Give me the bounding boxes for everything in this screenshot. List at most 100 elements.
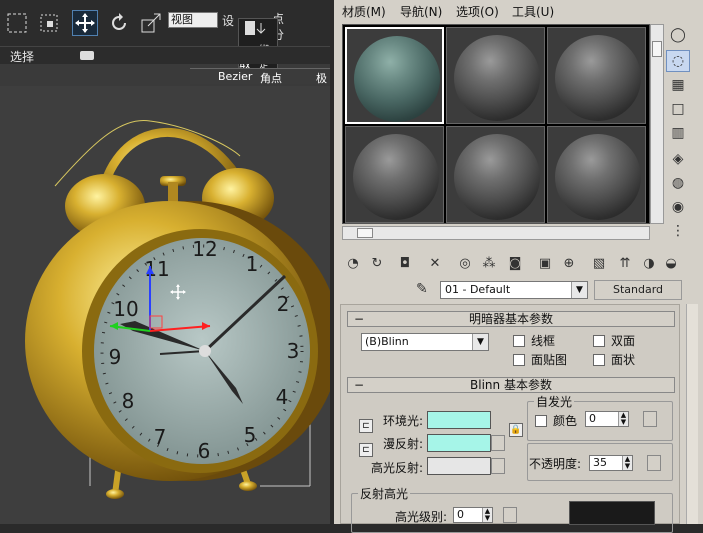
reference-coord-dropdown[interactable]: 视图 <box>168 12 218 28</box>
pick-from-object-icon[interactable]: ◒ <box>660 252 682 274</box>
opacity-spinner[interactable]: 35 ▲ ▼ <box>589 455 633 471</box>
spec-level-value: 0 <box>457 508 464 521</box>
toolbar-cut-label: 设 <box>222 14 235 28</box>
self-illum-spinner[interactable]: 0 ▲ ▼ <box>585 411 629 427</box>
clock-numeral: 5 <box>244 423 257 447</box>
put-to-scene-icon[interactable]: ↻ <box>366 252 388 274</box>
scroll-thumb[interactable] <box>652 41 662 57</box>
spec-level-map-button[interactable] <box>503 507 517 523</box>
sample-slot-6[interactable] <box>547 126 646 223</box>
faceted-label: 面状 <box>611 353 636 367</box>
spec-level-label: 高光级别: <box>395 510 448 524</box>
spec-highlights-title: 反射高光 <box>358 485 411 502</box>
menu-navigation[interactable]: 导航(N) <box>400 3 442 20</box>
spinner-arrows-icon[interactable]: ▲ ▼ <box>482 508 492 522</box>
faceted-checkbox[interactable]: 面状 <box>593 351 635 368</box>
spec-level-spinner[interactable]: 0 ▲ ▼ <box>453 507 493 523</box>
opacity-map-button[interactable] <box>647 455 661 471</box>
face-map-label: 面贴图 <box>531 353 568 367</box>
blinn-rollout-header[interactable]: − Blinn 基本参数 <box>347 377 675 393</box>
select-by-material-icon[interactable]: ◉ <box>666 196 690 218</box>
go-forward-to-sibling-icon[interactable]: ◑ <box>638 252 660 274</box>
clock-numeral: 8 <box>122 389 135 413</box>
get-material-icon[interactable]: ◔ <box>342 252 364 274</box>
specular-map-button[interactable] <box>491 458 505 474</box>
wire-label: 线框 <box>531 334 556 348</box>
select-region-icon[interactable] <box>4 10 30 36</box>
sample-slot-2[interactable] <box>446 27 545 124</box>
video-color-check-icon[interactable]: ▥ <box>666 122 690 144</box>
specular-color-swatch[interactable] <box>427 457 491 475</box>
scroll-thumb[interactable] <box>357 228 373 238</box>
blinn-rollout-title: Blinn 基本参数 <box>470 378 552 392</box>
spinner-arrows-icon[interactable]: ▲ ▼ <box>622 456 632 470</box>
face-map-checkbox[interactable]: 面贴图 <box>513 351 567 368</box>
show-end-result-icon[interactable]: ▧ <box>588 252 610 274</box>
go-to-parent-icon[interactable]: ⇈ <box>614 252 636 274</box>
two-sided-checkbox[interactable]: 双面 <box>593 332 635 349</box>
sample-type-icon[interactable]: ◯ <box>666 24 690 46</box>
menu-options[interactable]: 选项(O) <box>456 3 499 20</box>
menu-material[interactable]: 材质(M) <box>342 3 386 20</box>
assign-to-selection-icon[interactable]: ◘ <box>394 252 416 274</box>
rotate-icon[interactable] <box>106 10 132 36</box>
material-name-dropdown[interactable]: 01 - Default ▼ <box>440 281 588 299</box>
sample-slot-4[interactable] <box>345 126 444 223</box>
diffuse-color-swatch[interactable] <box>427 434 491 452</box>
parameters-scrollbar[interactable] <box>686 304 698 524</box>
material-map-navigator-icon[interactable]: ⋮ <box>666 220 690 242</box>
reset-map-icon[interactable]: ✕ <box>424 252 446 274</box>
sample-slot-5[interactable] <box>446 126 545 223</box>
material-editor-window: 材质(M) 导航(N) 选项(O) 工具(U) ◯ ◌ ▦ □ ▥ ◈ ◍ ◉ … <box>334 0 703 533</box>
chevron-down-icon[interactable]: ▼ <box>571 282 587 298</box>
sample-slot-1[interactable] <box>345 27 444 124</box>
vertex-type-bar: Bezier 角点 极 <box>190 68 330 86</box>
spinner-arrows-icon[interactable]: ▲ ▼ <box>618 412 628 426</box>
menu-utilities[interactable]: 工具(U) <box>512 3 554 20</box>
background-checker-icon[interactable]: ▦ <box>666 74 690 96</box>
specular-curve-preview <box>569 501 655 525</box>
put-to-library-icon[interactable]: ◙ <box>504 252 526 274</box>
select-dropdown-icon[interactable] <box>80 51 94 60</box>
make-preview-icon[interactable]: ◈ <box>666 148 690 170</box>
corner-label[interactable]: 角点 <box>260 70 282 86</box>
clock-numeral: 2 <box>277 292 290 316</box>
material-parameters-panel: − 明暗器基本参数 (B)Blinn ▼ 线框 双面 面贴图 面状 − Blinn … <box>340 304 680 533</box>
slots-vertical-scrollbar[interactable] <box>650 24 664 224</box>
shader-rollout-header[interactable]: − 明暗器基本参数 <box>347 311 675 327</box>
material-name-row: ✎ 01 - Default ▼ Standard <box>334 278 703 302</box>
wire-checkbox[interactable]: 线框 <box>513 332 555 349</box>
shader-type-dropdown[interactable]: (B)Blinn ▼ <box>361 333 489 351</box>
window-crossing-icon[interactable] <box>36 10 62 36</box>
show-map-in-viewport-icon[interactable]: ⊕ <box>558 252 580 274</box>
clock-numeral: 11 <box>144 257 169 281</box>
clock-numeral: 12 <box>192 237 217 261</box>
bar-extra-label[interactable]: 极 <box>316 70 327 86</box>
move-icon[interactable] <box>72 10 98 36</box>
backlight-icon[interactable]: ◌ <box>666 50 690 72</box>
make-unique-icon[interactable]: ⁂ <box>478 252 500 274</box>
material-type-button[interactable]: Standard <box>594 280 682 300</box>
sample-slot-3[interactable] <box>547 27 646 124</box>
shader-type-value: (B)Blinn <box>365 335 409 348</box>
eyedropper-icon[interactable]: ✎ <box>416 281 434 299</box>
lock-icon[interactable]: 🔒 <box>509 423 523 437</box>
material-id-channel-icon[interactable]: ▣ <box>534 252 556 274</box>
opacity-value: 35 <box>593 456 607 469</box>
make-copy-icon[interactable]: ◎ <box>454 252 476 274</box>
hand-pivot <box>199 345 211 357</box>
self-illum-color-checkbox[interactable]: 颜色 <box>535 412 577 429</box>
scale-icon[interactable] <box>138 10 164 36</box>
diffuse-map-button[interactable] <box>491 435 505 451</box>
ambient-color-swatch[interactable] <box>427 411 491 429</box>
material-name-value: 01 - Default <box>445 283 511 296</box>
slots-horizontal-scrollbar[interactable] <box>342 226 650 240</box>
chevron-down-icon[interactable]: ▼ <box>472 334 488 350</box>
options-icon[interactable]: ◍ <box>666 172 690 194</box>
clock-numeral: 9 <box>109 345 122 369</box>
diffuse-label: 漫反射: <box>382 437 423 451</box>
bezier-label[interactable]: Bezier <box>218 70 252 83</box>
self-illum-map-button[interactable] <box>643 411 657 427</box>
perspective-viewport[interactable]: 12 1 2 3 4 5 6 7 8 9 10 11 <box>0 86 330 524</box>
sample-uv-tiling-icon[interactable]: □ <box>666 98 690 120</box>
